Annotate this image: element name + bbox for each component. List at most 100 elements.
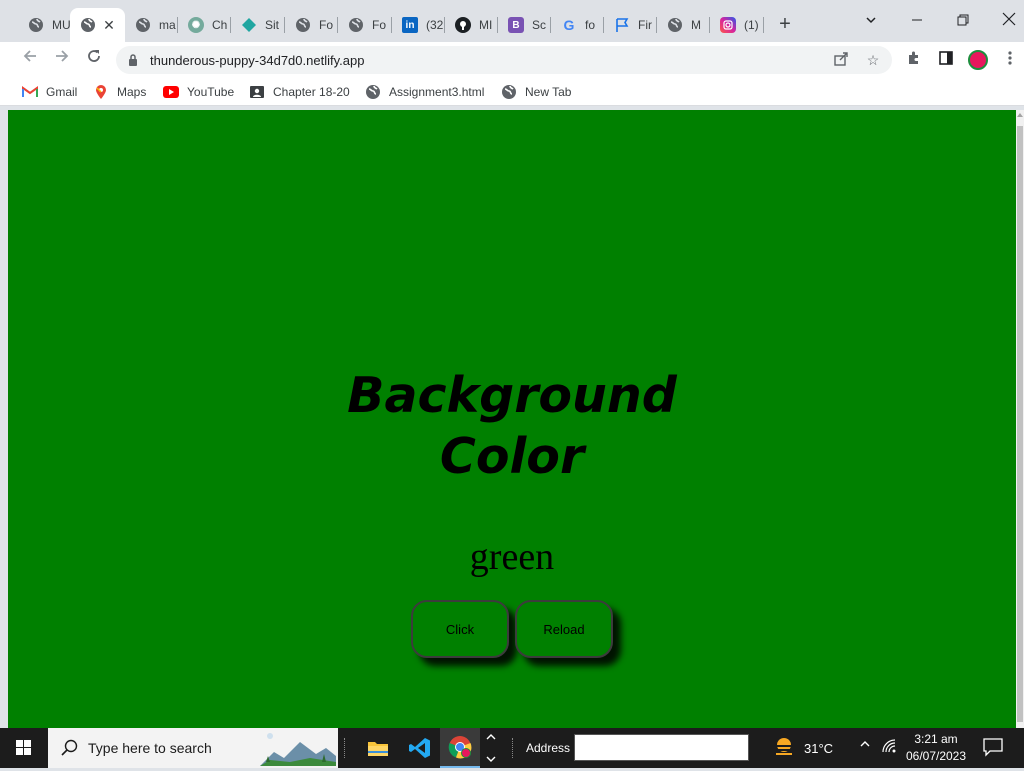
bookmark-gmail[interactable]: Gmail <box>22 83 77 101</box>
browser-tab-active[interactable]: ✕ <box>70 8 125 42</box>
restore-icon[interactable] <box>948 10 978 34</box>
vscode-icon[interactable] <box>400 728 440 768</box>
search-highlight-image <box>260 732 336 766</box>
scrollbar-thumb[interactable] <box>1017 126 1023 722</box>
google-icon: G <box>563 17 575 33</box>
weather-widget[interactable]: 31°C <box>772 736 833 760</box>
profile-avatar[interactable] <box>968 50 988 70</box>
globe-icon <box>501 85 517 99</box>
linkedin-icon: in <box>402 17 418 33</box>
globe-icon <box>28 17 44 33</box>
search-placeholder: Type here to search <box>88 740 212 756</box>
tab-title: MU <box>52 18 70 32</box>
minimize-icon[interactable] <box>902 10 932 34</box>
sun-haze-icon <box>772 736 796 761</box>
click-button[interactable]: Click <box>411 600 509 658</box>
browser-tab[interactable]: Fir <box>604 8 657 42</box>
bookmark-label: Assignment3.html <box>389 85 485 99</box>
start-button[interactable] <box>0 728 48 768</box>
menu-icon[interactable] <box>1000 50 1020 70</box>
scroll-up-icon[interactable] <box>1017 113 1023 117</box>
browser-tab[interactable]: ma <box>125 8 178 42</box>
heading-line-1: Background <box>347 367 677 424</box>
browser-tab[interactable]: Sit <box>231 8 285 42</box>
tab-search-icon[interactable] <box>856 10 886 34</box>
share-icon[interactable] <box>832 51 850 69</box>
page-scrollbar[interactable] <box>1016 110 1024 728</box>
close-tab-icon[interactable]: ✕ <box>101 17 117 33</box>
tab-title: Fo <box>319 18 334 32</box>
tab-title: (32 <box>426 18 444 32</box>
taskbar-grip <box>344 738 346 758</box>
file-explorer-icon[interactable] <box>358 728 398 768</box>
globe-icon <box>667 17 683 33</box>
taskbar-scroll-icon[interactable] <box>484 730 498 766</box>
browser-tab[interactable]: MI <box>445 8 498 42</box>
globe-icon <box>348 17 364 33</box>
maps-icon <box>93 85 109 99</box>
globe-icon <box>80 17 96 33</box>
notification-icon[interactable] <box>982 736 1004 758</box>
taskbar-search[interactable]: Type here to search <box>48 728 338 768</box>
clock-time: 3:21 am <box>914 732 958 746</box>
url-text[interactable]: thunderous-puppy-34d7d0.netlify.app <box>150 53 364 68</box>
globe-icon <box>135 17 151 33</box>
forward-icon[interactable] <box>50 48 74 72</box>
side-panel-icon[interactable] <box>936 50 956 70</box>
gmail-icon <box>22 85 38 99</box>
flag-icon <box>614 17 630 33</box>
new-tab-button[interactable]: + <box>774 13 796 35</box>
bookmark-maps[interactable]: Maps <box>93 83 146 101</box>
browser-tab[interactable]: Fo <box>338 8 392 42</box>
bookmark-youtube[interactable]: YouTube <box>163 83 234 101</box>
reload-icon[interactable] <box>82 48 106 72</box>
page-heading: Background Color <box>8 365 1016 487</box>
globe-icon <box>295 17 311 33</box>
bookmark-label: Gmail <box>46 85 78 99</box>
bookmark-assignment[interactable]: Assignment3.html <box>365 83 484 101</box>
windows-logo-icon <box>16 740 31 755</box>
bookmark-star-icon[interactable]: ☆ <box>864 51 882 69</box>
browser-tab[interactable]: MU <box>18 8 70 42</box>
bookmark-label: YouTube <box>187 85 235 99</box>
browser-tab[interactable]: B Sc <box>498 8 551 42</box>
tab-strip: MU ✕ ma ✺ Ch Sit Fo Fo in (32 MI B Sc G … <box>0 0 1024 42</box>
reload-button[interactable]: Reload <box>515 600 613 658</box>
color-name-text: green <box>469 536 555 578</box>
bookmark-new-tab[interactable]: New Tab <box>501 83 571 101</box>
tab-title: Ch <box>212 18 228 32</box>
heading-line-2: Color <box>439 428 585 485</box>
bookmark-chapter[interactable]: Chapter 18-20 <box>249 83 350 101</box>
chrome-taskbar-icon[interactable] <box>440 728 480 768</box>
browser-tab[interactable]: (1) <box>710 8 764 42</box>
extensions-icon[interactable] <box>904 50 924 70</box>
youtube-icon <box>163 85 179 99</box>
browser-tab[interactable]: in (32 <box>392 8 445 42</box>
browser-tab[interactable]: Fo <box>285 8 338 42</box>
bootstrap-icon: B <box>508 17 524 33</box>
network-icon[interactable] <box>880 738 898 758</box>
browser-tab[interactable]: ✺ Ch <box>178 8 231 42</box>
windows-taskbar: Type here to search Address 31°C 3:21 am… <box>0 728 1024 768</box>
system-clock[interactable]: 3:21 am 06/07/2023 <box>900 731 972 765</box>
back-icon[interactable] <box>18 48 42 72</box>
tab-title: Sit <box>265 18 280 32</box>
close-window-icon[interactable] <box>994 10 1024 34</box>
instagram-icon <box>720 17 736 33</box>
contact-icon <box>249 85 265 99</box>
address-toolbar-input[interactable] <box>574 734 749 761</box>
show-hidden-icons-icon[interactable] <box>856 738 874 758</box>
diamond-icon <box>241 17 257 33</box>
bookmark-label: Maps <box>117 85 147 99</box>
github-icon <box>455 17 471 33</box>
clock-date: 06/07/2023 <box>905 749 967 763</box>
temperature-text: 31°C <box>804 740 834 756</box>
address-bar[interactable]: thunderous-puppy-34d7d0.netlify.app ☆ <box>116 46 892 74</box>
browser-tab[interactable]: M <box>657 8 710 42</box>
taskbar-grip <box>512 738 514 758</box>
lock-icon[interactable] <box>128 54 138 66</box>
bookmarks-bar: Gmail Maps YouTube Chapter 18-20 Assignm… <box>0 78 1024 106</box>
tab-title: fo <box>585 18 596 32</box>
tab-title: Fo <box>372 18 387 32</box>
browser-tab[interactable]: G fo <box>551 8 604 42</box>
